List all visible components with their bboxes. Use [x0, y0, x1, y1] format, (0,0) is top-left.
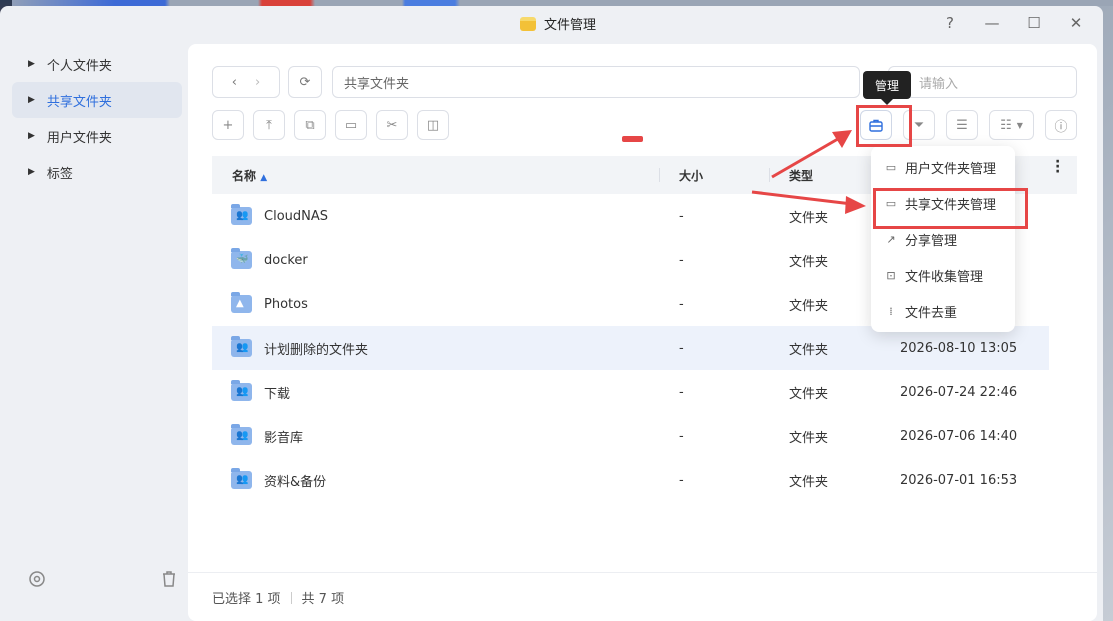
trash-icon[interactable] — [160, 570, 178, 592]
folder-icon: ▭ — [885, 160, 897, 174]
info-button[interactable]: ⓘ — [1045, 110, 1077, 140]
more-options-icon[interactable]: · · · — [1055, 155, 1060, 179]
table-row[interactable]: 👥 资料&备份 - 文件夹 2026-07-01 16:53 — [212, 458, 1049, 502]
move-button[interactable]: ◫ — [417, 110, 449, 140]
table-row[interactable]: 👥 影音库 - 文件夹 2026-07-06 14:40 — [212, 414, 1049, 458]
view-mode-button[interactable]: ☷ ▼ — [989, 110, 1034, 140]
total-count: 共 7 项 — [301, 592, 345, 607]
cut-button[interactable]: ✂ — [376, 110, 408, 140]
scissors-icon: ✂ — [386, 117, 398, 133]
paste-icon: ▭ — [344, 117, 358, 133]
column-divider — [659, 168, 660, 182]
refresh-button[interactable]: ⟳ — [288, 66, 322, 98]
shared-folder-icon: 👥 — [231, 424, 252, 445]
manage-menu: ▭ 用户文件夹管理 ▭ 共享文件夹管理 ↗ 分享管理 ⊡ 文件收集管理 ⁞ 文件… — [871, 146, 1015, 332]
tooltip: 管理 — [863, 71, 911, 105]
column-type-header[interactable]: 类型 — [789, 167, 813, 184]
folder-inbox-icon: ⊡ — [886, 268, 896, 282]
shared-folder-icon: 👥 — [231, 468, 252, 489]
sidebar-item-tags[interactable]: ▶ 标签 — [12, 154, 182, 190]
menu-item-dedupe[interactable]: ⁞ 文件去重 — [871, 293, 1015, 329]
paste-button[interactable]: ▭ — [335, 110, 367, 140]
table-row[interactable]: 👥 计划删除的文件夹 - 文件夹 2026-08-10 13:05 — [212, 326, 1049, 370]
sidebar-bottom — [28, 570, 178, 592]
window-title: 文件管理 — [544, 18, 597, 33]
footer-divider — [188, 572, 1097, 573]
nav-buttons: ‹ › ⟳ — [212, 66, 322, 98]
annotation-box-manage — [856, 105, 912, 147]
refresh-icon: ⟳ — [299, 74, 311, 90]
caret-right-icon: ▶ — [28, 59, 35, 69]
column-name-header[interactable]: 名称 ▲ — [232, 167, 267, 184]
status-bar: 已选择 1 项 共 7 项 — [212, 588, 344, 607]
upload-button[interactable]: ⤒ — [253, 110, 285, 140]
shared-folder-icon: 👥 — [231, 204, 252, 225]
table-row[interactable]: 👥 下载 - 文件夹 2026-07-24 22:46 — [212, 370, 1049, 414]
selected-count: 已选择 1 项 — [212, 592, 281, 607]
back-icon[interactable]: ‹ — [232, 75, 237, 90]
list-icon: ☷ — [1000, 117, 1012, 133]
maximize-button[interactable]: ☐ — [1023, 12, 1045, 34]
caret-right-icon: ▶ — [28, 95, 35, 105]
caret-right-icon: ▶ — [28, 131, 35, 141]
column-divider — [769, 168, 770, 182]
external-link-icon: ↗ — [886, 232, 896, 246]
annotation-mark — [622, 136, 643, 142]
caret-right-icon: ▶ — [28, 167, 35, 177]
chevron-down-icon: ▼ — [1016, 120, 1023, 130]
sidebar-item-label: 共享文件夹 — [46, 94, 112, 110]
forward-icon[interactable]: › — [255, 75, 260, 90]
footer-separator — [290, 591, 292, 604]
title-bar[interactable]: 文件管理 ? — ☐ ✕ — [0, 6, 1103, 40]
shared-folder-icon: 👥 — [231, 380, 252, 401]
close-button[interactable]: ✕ — [1065, 12, 1087, 34]
sidebar-item-personal[interactable]: ▶ 个人文件夹 — [12, 46, 182, 82]
annotation-box-menu-item — [873, 188, 1028, 229]
search-input[interactable]: 请输入 — [888, 66, 1077, 98]
column-size-header[interactable]: 大小 — [679, 167, 703, 184]
app-title: 文件管理 — [520, 14, 596, 33]
upload-icon: ⤒ — [266, 117, 272, 133]
move-icon: ◫ — [426, 117, 440, 133]
sidebar-item-shared[interactable]: ▶ 共享文件夹 — [12, 82, 182, 118]
minimize-button[interactable]: — — [981, 12, 1003, 34]
menu-item-user-folder-manage[interactable]: ▭ 用户文件夹管理 — [871, 149, 1015, 185]
plus-icon: + — [222, 117, 234, 133]
settings-icon[interactable] — [28, 570, 46, 592]
sidebar-item-label: 用户文件夹 — [46, 130, 112, 146]
folder-app-icon — [520, 16, 536, 31]
sort-button[interactable]: ☰ — [946, 110, 978, 140]
toolbar-left: + ⤒ ⧉ ▭ ✂ ◫ — [212, 110, 449, 140]
dedupe-icon: ⁞ — [889, 304, 893, 318]
copy-button[interactable]: ⧉ — [294, 110, 326, 140]
sidebar-item-label: 标签 — [46, 166, 73, 182]
main-panel: ‹ › ⟳ 共享文件夹 请输入 + ⤒ ⧉ ▭ ✂ ◫ ⏷ ☰ ☷ ▼ ⓘ 名称… — [188, 44, 1097, 621]
sort-icon: ☰ — [956, 117, 968, 133]
sort-asc-icon: ▲ — [260, 173, 268, 183]
docker-folder-icon: 🐳 — [231, 248, 252, 269]
window-controls: ? — ☐ ✕ — [939, 12, 1087, 34]
sidebar-item-user[interactable]: ▶ 用户文件夹 — [12, 118, 182, 154]
info-icon: ⓘ — [1054, 119, 1068, 135]
help-button[interactable]: ? — [939, 12, 961, 34]
copy-icon: ⧉ — [305, 117, 315, 133]
photos-folder-icon: ▲ — [231, 292, 252, 313]
filter-icon: ⏷ — [913, 117, 925, 133]
history-buttons: ‹ › — [212, 66, 280, 98]
menu-item-file-collection[interactable]: ⊡ 文件收集管理 — [871, 257, 1015, 293]
shared-folder-icon: 👥 — [231, 336, 252, 357]
sidebar: ▶ 个人文件夹 ▶ 共享文件夹 ▶ 用户文件夹 ▶ 标签 — [12, 46, 182, 606]
path-input[interactable]: 共享文件夹 — [332, 66, 860, 98]
sidebar-item-label: 个人文件夹 — [46, 58, 112, 74]
new-button[interactable]: + — [212, 110, 244, 140]
